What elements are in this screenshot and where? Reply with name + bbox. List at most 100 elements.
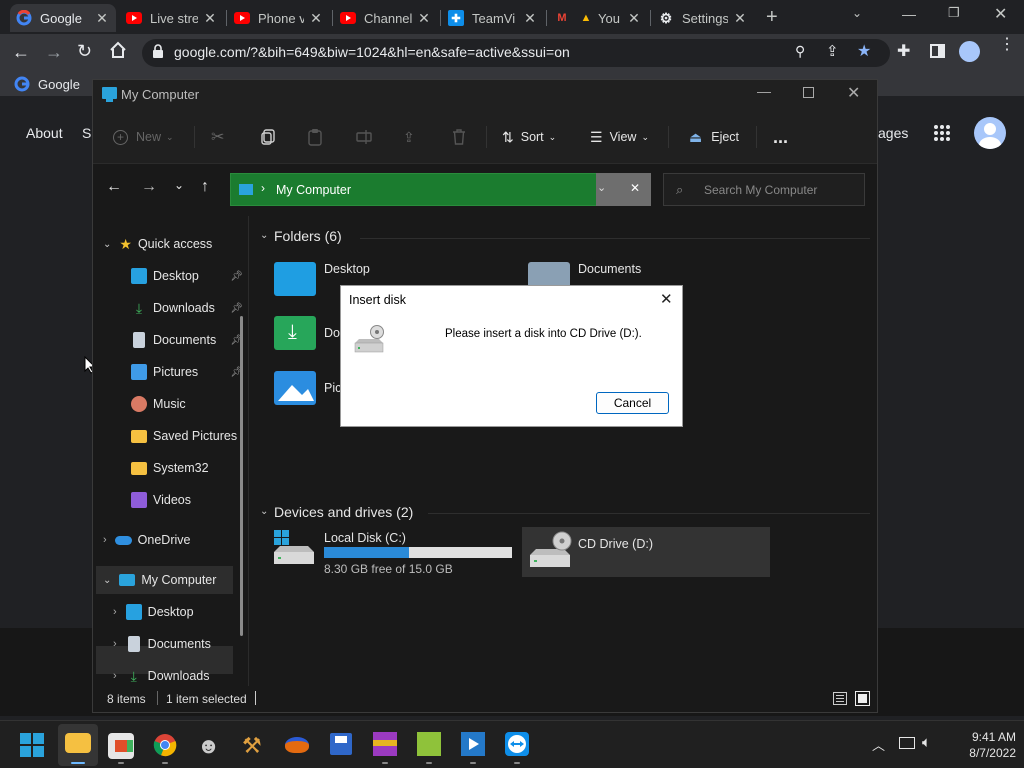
back-arrow-icon[interactable]: ← — [106, 178, 122, 196]
view-label: View — [609, 130, 637, 144]
minimize-button[interactable]: — — [902, 6, 916, 22]
address-dropdown-icon[interactable]: ⌄ — [597, 181, 606, 194]
up-arrow-icon[interactable]: ↑ — [201, 178, 209, 196]
location-pin-icon[interactable]: ⚲ — [795, 43, 805, 60]
clear-address-icon[interactable]: ✕ — [630, 181, 640, 195]
tab-youtube-2[interactable]: Phone v ✕ — [228, 4, 330, 32]
cloud-icon — [114, 535, 132, 545]
eject-button[interactable]: ⏏ Eject — [689, 110, 739, 164]
about-link[interactable]: About — [26, 125, 63, 141]
raccoon-app-icon[interactable]: ☻ — [197, 733, 220, 759]
chrome-icon[interactable] — [153, 733, 177, 757]
paste-icon[interactable] — [308, 110, 322, 164]
sidebar-item-quick-access[interactable]: ⌄ ★ Quick access — [103, 230, 253, 258]
close-icon[interactable]: ✕ — [202, 10, 218, 27]
close-icon[interactable]: ✕ — [94, 10, 110, 27]
store-bag-icon[interactable] — [108, 733, 134, 759]
tray-chevron-up-icon[interactable]: ︿ — [872, 735, 885, 754]
close-icon[interactable]: ✕ — [308, 10, 324, 27]
apk-app-icon[interactable] — [417, 732, 441, 756]
chevron-down-icon[interactable]: ⌄ — [260, 506, 268, 517]
menu-kebab-icon[interactable]: ⋮ — [999, 37, 1015, 53]
shield-app-icon[interactable] — [285, 737, 309, 753]
minimize-button[interactable]: — — [757, 83, 771, 99]
drive-label: CD Drive (D:) — [578, 537, 653, 551]
network-icon[interactable] — [899, 737, 915, 749]
new-tab-button[interactable]: + — [766, 6, 778, 29]
tab-settings[interactable]: ⚙ Settings ✕ — [652, 4, 754, 32]
close-icon[interactable]: ✕ — [416, 10, 432, 27]
tab-search-chevron-icon[interactable]: ⌄ — [852, 6, 862, 20]
folders-group-header[interactable]: Folders (6) — [274, 228, 342, 244]
tools-app-icon[interactable]: ⚒ — [242, 733, 262, 759]
account-avatar[interactable] — [974, 117, 1006, 149]
search-icon: ⌕ — [676, 182, 684, 197]
forward-arrow-icon[interactable]: → — [45, 42, 63, 63]
back-arrow-icon[interactable]: ← — [12, 42, 30, 63]
recent-chevron-icon[interactable]: ⌄ — [174, 178, 184, 192]
windows-start-icon[interactable] — [20, 733, 44, 757]
tiles-view-icon[interactable] — [855, 691, 870, 706]
save-disk-icon[interactable] — [330, 733, 352, 755]
clock-time[interactable]: 9:41 AM — [946, 730, 1016, 744]
extensions-puzzle-icon[interactable]: ✚ — [897, 41, 910, 61]
delete-icon[interactable] — [452, 110, 466, 164]
apps-grid-icon[interactable] — [933, 124, 951, 142]
cut-icon[interactable]: ✂ — [211, 110, 224, 164]
bookmark-google[interactable]: Google — [14, 76, 80, 92]
close-icon[interactable]: ✕ — [732, 10, 748, 27]
tab-teamviewer[interactable]: ✚ TeamVi ✕ — [442, 4, 544, 32]
share-icon[interactable]: ⇪ — [826, 42, 839, 60]
close-button[interactable]: ✕ — [847, 83, 860, 103]
home-icon[interactable] — [109, 41, 127, 59]
sort-button[interactable]: ⇅ Sort ⌄ — [502, 110, 556, 164]
store-link[interactable]: S — [82, 125, 91, 141]
pin-icon[interactable]: 📌︎ — [230, 303, 243, 314]
tab-youtube-1[interactable]: Live stre ✕ — [120, 4, 224, 32]
sidebar-label: Downloads — [153, 301, 215, 315]
pin-icon[interactable]: 📌︎ — [230, 271, 243, 282]
tab-youtube-3[interactable]: Channel ✕ — [334, 4, 438, 32]
copy-icon[interactable] — [261, 110, 275, 164]
rename-icon[interactable] — [356, 110, 372, 164]
search-box[interactable]: ⌕ Search My Computer — [663, 173, 865, 206]
tab-gmail[interactable]: M ▲ You ✕ — [548, 4, 648, 32]
sidebar-scrollbar[interactable] — [240, 316, 243, 636]
drive-cd-d[interactable]: CD Drive (D:) — [522, 527, 770, 577]
winrar-icon[interactable] — [373, 732, 397, 756]
window-close-button[interactable]: ✕ — [994, 4, 1007, 24]
media-player-icon[interactable] — [461, 732, 485, 756]
cancel-button[interactable]: Cancel — [596, 392, 669, 414]
details-view-icon[interactable] — [833, 692, 847, 705]
close-icon[interactable]: ✕ — [522, 10, 538, 27]
new-button[interactable]: + New ⌄ — [113, 110, 174, 164]
clock-date[interactable]: 8/7/2022 — [946, 746, 1016, 760]
drives-group-header[interactable]: Devices and drives (2) — [274, 504, 413, 520]
more-options-button[interactable]: ... — [773, 110, 788, 164]
images-link[interactable]: ages — [878, 125, 908, 141]
share-icon[interactable]: ⇪ — [403, 110, 415, 164]
reload-icon[interactable]: ↻ — [77, 41, 92, 62]
teamviewer-icon[interactable] — [505, 732, 529, 756]
sidebar-item-my-computer[interactable]: ⌄ My Computer — [96, 566, 233, 594]
close-icon[interactable]: ✕ — [626, 10, 642, 27]
forward-arrow-icon[interactable]: → — [141, 178, 157, 196]
profile-avatar[interactable] — [959, 41, 980, 62]
drive-local-disk-c[interactable]: Local Disk (C:) 8.30 GB free of 15.0 GB — [272, 530, 512, 576]
maximize-button[interactable] — [803, 87, 814, 98]
side-panel-icon[interactable] — [930, 44, 945, 58]
dialog-close-button[interactable]: ✕ — [660, 290, 673, 308]
address-box[interactable]: › My Computer — [230, 173, 651, 206]
tab-google[interactable]: Google ✕ — [10, 4, 116, 32]
sidebar-label: Downloads — [147, 669, 210, 683]
chevron-down-icon[interactable]: ⌄ — [260, 230, 268, 241]
file-explorer-icon[interactable] — [65, 733, 91, 753]
chevron-right-icon: › — [103, 534, 107, 546]
sidebar-label: Music — [153, 397, 186, 411]
volume-icon[interactable]: 🔈︎ — [922, 734, 931, 751]
bookmark-star-icon[interactable]: ★ — [857, 41, 871, 61]
view-button[interactable]: ☰ View ⌄ — [590, 110, 649, 164]
restore-button[interactable]: ❐ — [948, 5, 960, 21]
sidebar-label: Desktop — [153, 269, 199, 283]
sidebar-item-onedrive[interactable]: › OneDrive — [103, 526, 253, 554]
